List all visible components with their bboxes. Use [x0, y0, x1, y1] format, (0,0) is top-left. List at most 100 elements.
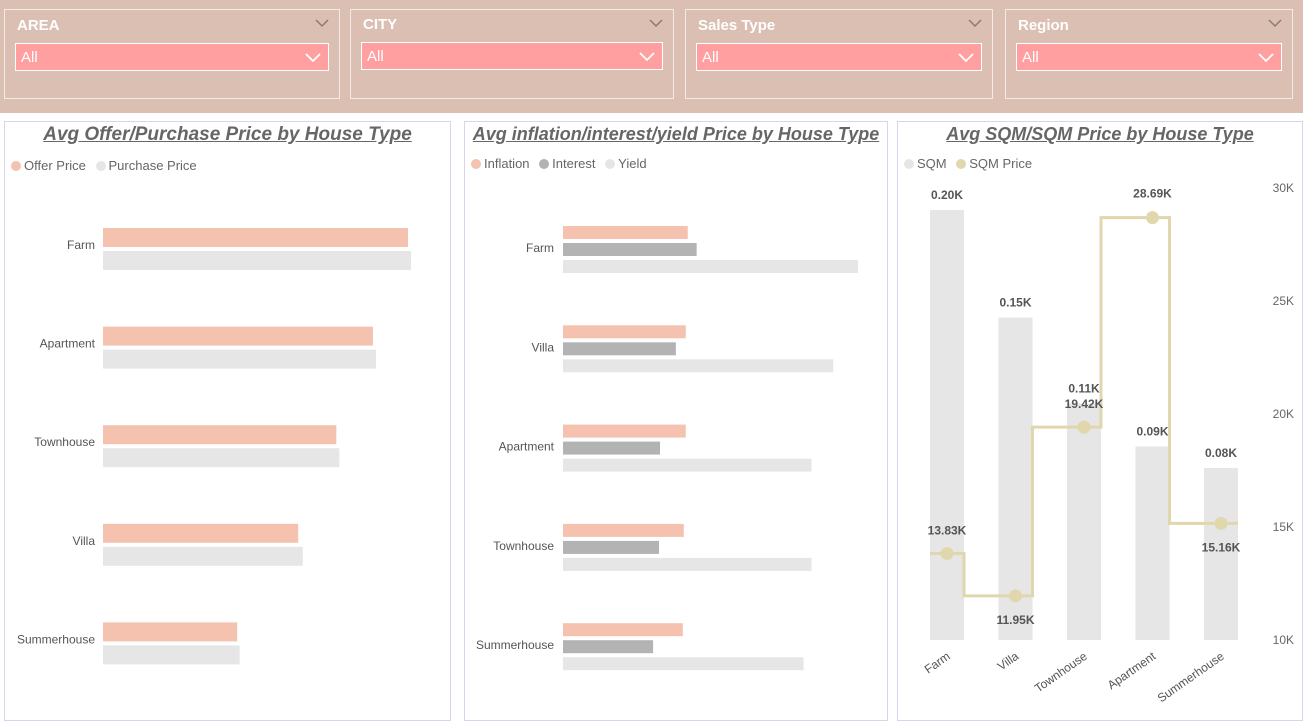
chevron-down-icon[interactable]: [315, 18, 329, 28]
category-label: Villa: [532, 340, 555, 354]
legend-item[interactable]: SQM Price: [956, 156, 1032, 171]
bar: [103, 645, 240, 665]
bar: [563, 657, 804, 671]
bar: [563, 226, 688, 239]
legend-dot-icon: [471, 159, 481, 169]
bar: [103, 448, 340, 468]
category-label: Summerhouse: [17, 632, 95, 646]
data-label: 15.16K: [1202, 540, 1241, 554]
inflation-interest-yield-chart-panel: Avg inflation/interest/yield Price by Ho…: [464, 121, 888, 721]
dropdown-value: All: [1022, 49, 1039, 66]
dropdown-value: All: [702, 49, 719, 66]
legend-dot-icon: [539, 159, 550, 169]
chart-legend: SQM SQM Price: [904, 156, 1038, 171]
y2-tick-label: 15K: [1273, 520, 1294, 534]
line-point: [940, 546, 954, 560]
bar: [563, 557, 812, 571]
offer-purchase-bar-chart: Farm Apartment Townhouse Villa Summerhouse: [17, 228, 412, 665]
chevron-down-icon[interactable]: [305, 52, 321, 63]
data-label: 11.95K: [996, 613, 1034, 627]
area-slicer: AREA All: [4, 9, 340, 99]
region-dropdown[interactable]: All: [1016, 43, 1282, 71]
sqm-combo-chart: 30K 25K 20K 15K 10K 0.20K Farm 0.15K Villa 0.11K T…: [922, 181, 1294, 705]
bar: [930, 210, 964, 640]
bar: [103, 326, 373, 346]
bar: [103, 425, 337, 445]
category-label: Villa: [995, 649, 1022, 674]
category-label: Townhouse: [1032, 649, 1090, 695]
chevron-down-icon[interactable]: [1268, 18, 1282, 28]
sales-type-dropdown[interactable]: All: [696, 43, 982, 71]
legend-label: Inflation: [484, 156, 530, 171]
data-label: 19.42K: [1065, 397, 1104, 411]
data-label: 0.09K: [1136, 425, 1168, 439]
bar: [563, 424, 686, 438]
y2-tick-label: 25K: [1273, 294, 1294, 308]
bar: [563, 260, 859, 273]
chart-title: Avg SQM/SQM Price by House Type: [946, 124, 1254, 144]
data-label: 0.15K: [999, 296, 1031, 310]
sales-type-slicer: Sales Type All: [685, 9, 993, 99]
slicer-title: Region: [1018, 17, 1069, 34]
bar: [563, 623, 683, 637]
chevron-down-icon[interactable]: [1258, 52, 1274, 63]
chevron-down-icon[interactable]: [958, 52, 974, 63]
legend-dot-icon: [95, 161, 106, 171]
category-label: Apartment: [1105, 649, 1159, 693]
dropdown-value: All: [21, 49, 38, 66]
chevron-down-icon[interactable]: [968, 18, 982, 28]
legend-item[interactable]: Interest: [539, 156, 596, 171]
region-slicer: Region All: [1005, 9, 1293, 99]
bar: [563, 523, 684, 537]
slicer-title: Sales Type: [698, 17, 776, 34]
bar: [563, 458, 812, 472]
bar: [563, 243, 697, 256]
category-label: Apartment: [40, 337, 96, 351]
area-dropdown[interactable]: All: [15, 43, 329, 71]
bar: [103, 228, 408, 247]
line-point: [1077, 420, 1091, 434]
chart-legend: Offer Price Purchase Price: [11, 158, 203, 173]
data-label: 13.83K: [928, 523, 967, 537]
dropdown-value: All: [367, 48, 384, 65]
bar: [563, 342, 676, 356]
legend-item[interactable]: Purchase Price: [95, 158, 197, 173]
category-label: Farm: [526, 241, 554, 255]
category-label: Townhouse: [493, 539, 554, 553]
y2-tick-label: 10K: [1273, 633, 1294, 647]
legend-dot-icon: [11, 161, 21, 171]
chart-title: Avg inflation/interest/yield Price by Ho…: [472, 124, 880, 144]
city-dropdown[interactable]: All: [361, 42, 663, 70]
data-label: 0.08K: [1205, 446, 1237, 460]
data-label: 0.20K: [931, 188, 963, 202]
offer-purchase-chart-panel: Avg Offer/Purchase Price by House Type O…: [4, 121, 451, 721]
bar: [103, 546, 303, 566]
category-label: Villa: [73, 534, 96, 548]
legend-item[interactable]: SQM: [904, 156, 947, 171]
bar: [103, 622, 238, 642]
slicer-title: CITY: [363, 16, 398, 33]
chevron-down-icon[interactable]: [639, 51, 655, 62]
bar: [563, 540, 660, 554]
legend-label: Interest: [552, 156, 596, 171]
legend-item[interactable]: Yield: [605, 156, 647, 171]
line-point: [1146, 211, 1159, 225]
legend-item[interactable]: Offer Price: [11, 158, 86, 173]
category-label: Farm: [922, 649, 953, 677]
chart-legend: Inflation Interest Yield: [471, 156, 653, 171]
legend-item[interactable]: Inflation: [471, 156, 530, 171]
legend-label: Purchase Price: [108, 158, 197, 173]
bar: [1135, 446, 1170, 640]
legend-label: Offer Price: [24, 158, 86, 173]
chevron-down-icon[interactable]: [649, 18, 663, 28]
slicer-title: AREA: [17, 17, 60, 34]
legend-label: SQM Price: [969, 156, 1033, 171]
legend-dot-icon: [904, 159, 914, 169]
y2-tick-label: 30K: [1273, 181, 1294, 195]
legend-label: Yield: [618, 156, 647, 171]
bar: [103, 349, 376, 369]
bar: [563, 441, 661, 455]
category-label: Townhouse: [34, 435, 95, 449]
legend-dot-icon: [605, 159, 616, 169]
bar: [563, 359, 834, 373]
